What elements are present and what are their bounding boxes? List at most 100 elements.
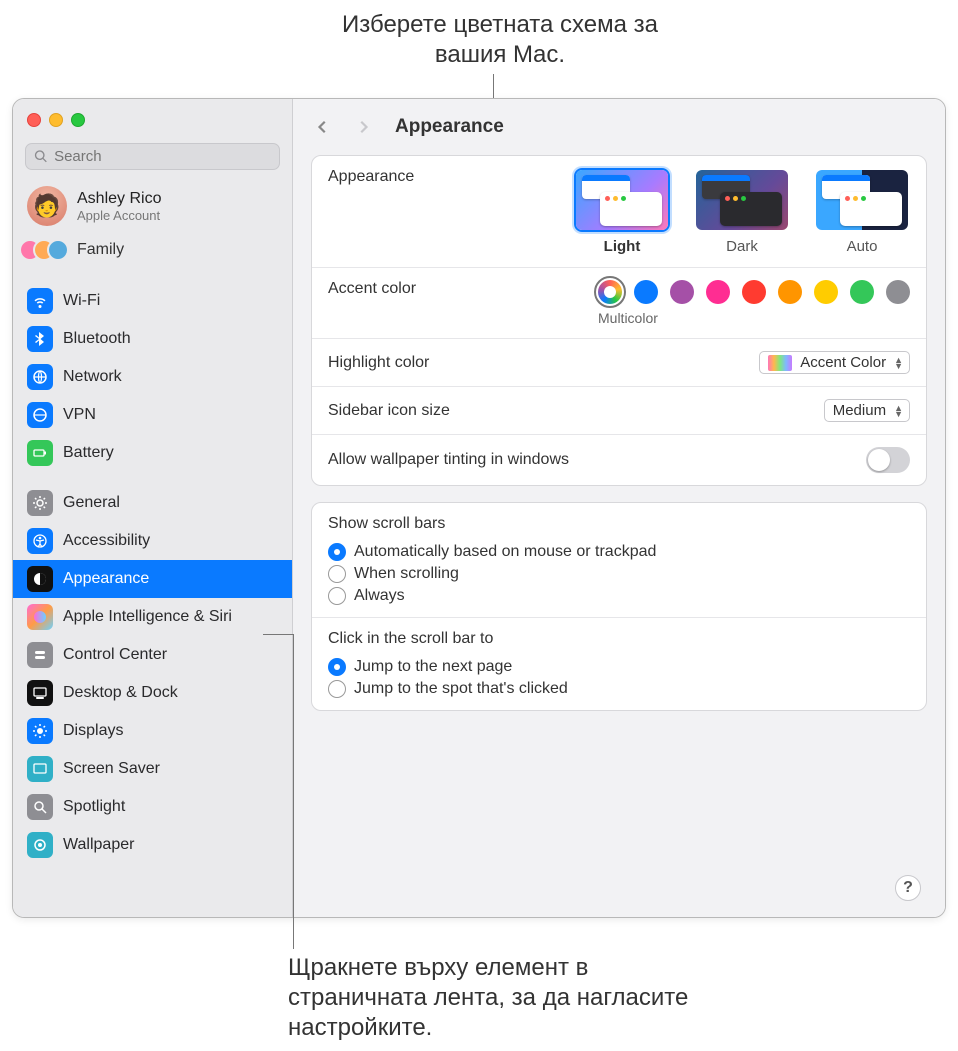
radio-label: Jump to the next page bbox=[354, 658, 512, 676]
search-input[interactable] bbox=[48, 148, 271, 165]
radio-option-next[interactable]: Jump to the next page bbox=[328, 658, 910, 676]
sidebar-item-label: Appearance bbox=[63, 570, 149, 588]
callout-top: Изберете цветната схема за вашия Mac. bbox=[330, 10, 670, 70]
accent-color-blue[interactable] bbox=[634, 280, 658, 304]
accent-color-green[interactable] bbox=[850, 280, 874, 304]
sidebar-size-label: Sidebar icon size bbox=[328, 402, 450, 420]
zoom-button[interactable] bbox=[71, 113, 85, 127]
help-button[interactable]: ? bbox=[895, 875, 921, 901]
battery-icon bbox=[27, 440, 53, 466]
search-field[interactable] bbox=[25, 143, 280, 170]
radio-button[interactable] bbox=[328, 680, 346, 698]
sidebar-item-label: Control Center bbox=[63, 646, 167, 664]
radio-label: When scrolling bbox=[354, 565, 459, 583]
sidebar-item-displays[interactable]: Displays bbox=[13, 712, 292, 750]
accent-color-purple[interactable] bbox=[670, 280, 694, 304]
appearance-option-light[interactable]: Light bbox=[574, 168, 670, 255]
highlight-popup[interactable]: Accent Color ▲▼ bbox=[759, 351, 910, 374]
sidebar-item-accessibility[interactable]: Accessibility bbox=[13, 522, 292, 560]
accent-color-orange[interactable] bbox=[778, 280, 802, 304]
callout-line bbox=[293, 634, 294, 949]
radio-button[interactable] bbox=[328, 658, 346, 676]
accent-color-multi[interactable] bbox=[598, 280, 622, 304]
radio-button[interactable] bbox=[328, 565, 346, 583]
nav-forward[interactable] bbox=[349, 113, 377, 141]
sidebar-size-popup[interactable]: Medium ▲▼ bbox=[824, 399, 910, 422]
avatar: 🧑 bbox=[27, 186, 67, 226]
appearance-option-auto[interactable]: Auto bbox=[814, 168, 910, 255]
screensaver-icon bbox=[27, 756, 53, 782]
sidebar-item-desktop[interactable]: Desktop & Dock bbox=[13, 674, 292, 712]
appearance-option-label: Dark bbox=[694, 238, 790, 255]
appearance-option-dark[interactable]: Dark bbox=[694, 168, 790, 255]
minimize-button[interactable] bbox=[49, 113, 63, 127]
radio-label: Automatically based on mouse or trackpad bbox=[354, 543, 656, 561]
popup-arrows-icon: ▲▼ bbox=[894, 357, 903, 369]
accessibility-icon bbox=[27, 528, 53, 554]
accent-color-red[interactable] bbox=[742, 280, 766, 304]
sidebar-item-network[interactable]: Network bbox=[13, 358, 292, 396]
sidebar-item-wifi[interactable]: Wi-Fi bbox=[13, 282, 292, 320]
sidebar-item-controlcenter[interactable]: Control Center bbox=[13, 636, 292, 674]
sidebar-item-label: Desktop & Dock bbox=[63, 684, 178, 702]
general-icon bbox=[27, 490, 53, 516]
highlight-value: Accent Color bbox=[800, 354, 886, 371]
radio-label: Always bbox=[354, 587, 405, 605]
nav-back[interactable] bbox=[309, 113, 337, 141]
radio-option-auto[interactable]: Automatically based on mouse or trackpad bbox=[328, 543, 910, 561]
sidebar-item-appearance[interactable]: Appearance bbox=[13, 560, 292, 598]
sidebar-size-value: Medium bbox=[833, 402, 886, 419]
callout-line bbox=[263, 634, 293, 635]
accent-selected-label: Multicolor bbox=[598, 310, 910, 326]
sidebar-item-spotlight[interactable]: Spotlight bbox=[13, 788, 292, 826]
radio-option-always[interactable]: Always bbox=[328, 587, 910, 605]
sidebar-item-general[interactable]: General bbox=[13, 484, 292, 522]
sidebar-item-label: Battery bbox=[63, 444, 114, 462]
radio-option-spot[interactable]: Jump to the spot that's clicked bbox=[328, 680, 910, 698]
sidebar-group-1: Wi-FiBluetooth Network VPN Battery bbox=[13, 276, 292, 478]
tinting-label: Allow wallpaper tinting in windows bbox=[328, 451, 569, 469]
appearance-option-label: Light bbox=[574, 238, 670, 255]
sidebar-item-label: Screen Saver bbox=[63, 760, 160, 778]
highlight-swatch bbox=[768, 355, 792, 371]
sidebar-item-wallpaper[interactable]: Wallpaper bbox=[13, 826, 292, 864]
vpn-icon bbox=[27, 402, 53, 428]
accent-color-graphite[interactable] bbox=[886, 280, 910, 304]
siri-icon bbox=[27, 604, 53, 630]
sidebar-item-label: Accessibility bbox=[63, 532, 150, 550]
accent-color-yellow[interactable] bbox=[814, 280, 838, 304]
search-icon bbox=[34, 149, 48, 164]
accent-color-pink[interactable] bbox=[706, 280, 730, 304]
appearance-icon bbox=[27, 566, 53, 592]
family-row[interactable]: Family bbox=[13, 228, 292, 276]
account-sub: Apple Account bbox=[77, 208, 161, 223]
close-button[interactable] bbox=[27, 113, 41, 127]
page-title: Appearance bbox=[395, 116, 504, 138]
tinting-toggle[interactable] bbox=[866, 447, 910, 473]
sidebar-item-screensaver[interactable]: Screen Saver bbox=[13, 750, 292, 788]
sidebar-item-bluetooth[interactable]: Bluetooth bbox=[13, 320, 292, 358]
wifi-icon bbox=[27, 288, 53, 314]
scrollbars-title: Show scroll bars bbox=[328, 515, 910, 533]
desktop-icon bbox=[27, 680, 53, 706]
radio-option-scrolling[interactable]: When scrolling bbox=[328, 565, 910, 583]
radio-button[interactable] bbox=[328, 543, 346, 561]
sidebar-item-label: Wallpaper bbox=[63, 836, 134, 854]
popup-arrows-icon: ▲▼ bbox=[894, 405, 903, 417]
sidebar-item-label: Displays bbox=[63, 722, 123, 740]
sidebar-item-battery[interactable]: Battery bbox=[13, 434, 292, 472]
appearance-label: Appearance bbox=[328, 168, 414, 186]
radio-button[interactable] bbox=[328, 587, 346, 605]
family-icon bbox=[27, 238, 67, 262]
account-row[interactable]: 🧑 Ashley Rico Apple Account bbox=[13, 180, 292, 228]
sidebar-item-label: Network bbox=[63, 368, 122, 386]
content: Appearance LightDarkAuto Accent color Mu… bbox=[293, 155, 945, 745]
account-name: Ashley Rico bbox=[77, 190, 161, 208]
network-icon bbox=[27, 364, 53, 390]
family-label: Family bbox=[77, 241, 124, 259]
sidebar: 🧑 Ashley Rico Apple Account Family Wi-Fi… bbox=[13, 99, 293, 917]
sidebar-item-label: Apple Intelligence & Siri bbox=[63, 608, 232, 626]
sidebar-item-siri[interactable]: Apple Intelligence & Siri bbox=[13, 598, 292, 636]
bluetooth-icon bbox=[27, 326, 53, 352]
sidebar-item-vpn[interactable]: VPN bbox=[13, 396, 292, 434]
